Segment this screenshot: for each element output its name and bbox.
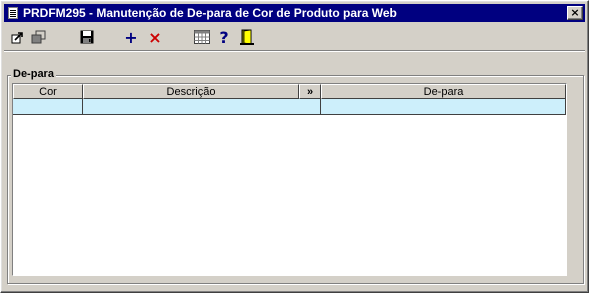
toolbar: + × ?	[4, 25, 585, 52]
add-icon: +	[124, 27, 138, 47]
column-header-cor[interactable]: Cor	[13, 84, 83, 99]
help-icon: ?	[219, 27, 229, 47]
delete-button[interactable]: ×	[146, 27, 164, 47]
cell-descricao[interactable]	[83, 99, 321, 115]
title-bar: PRDFM295 - Manutenção de De-para de Cor …	[4, 4, 585, 22]
toolbar-divider	[4, 50, 585, 52]
add-button[interactable]: +	[122, 27, 140, 47]
copy-button[interactable]	[30, 28, 48, 46]
table-row[interactable]	[13, 99, 566, 115]
help-button[interactable]: ?	[215, 27, 233, 47]
close-icon: ×	[570, 6, 580, 19]
grid-icon	[194, 30, 210, 44]
exit-button[interactable]	[238, 28, 256, 46]
grid-header: Cor Descrição » De-para	[13, 84, 566, 99]
close-button[interactable]: ×	[567, 6, 583, 20]
main-window: PRDFM295 - Manutenção de De-para de Cor …	[0, 0, 589, 293]
exit-door-icon	[240, 29, 254, 45]
navigate-icon	[11, 32, 23, 44]
cell-de-para[interactable]	[321, 99, 566, 115]
cell-cor[interactable]	[13, 99, 83, 115]
copy-icon	[31, 30, 46, 44]
navigate-button[interactable]	[9, 28, 27, 46]
column-header-de-para[interactable]: De-para	[321, 84, 566, 99]
column-expand-button[interactable]: »	[299, 84, 321, 99]
de-para-grid: Cor Descrição » De-para	[12, 83, 567, 276]
grid-button[interactable]	[193, 28, 211, 46]
save-button[interactable]	[78, 28, 96, 46]
save-icon	[80, 30, 94, 44]
column-header-descricao[interactable]: Descrição	[83, 84, 299, 99]
delete-icon: ×	[148, 27, 162, 47]
document-icon	[6, 6, 20, 20]
group-label: De-para	[11, 68, 56, 80]
window-title: PRDFM295 - Manutenção de De-para de Cor …	[23, 6, 397, 20]
